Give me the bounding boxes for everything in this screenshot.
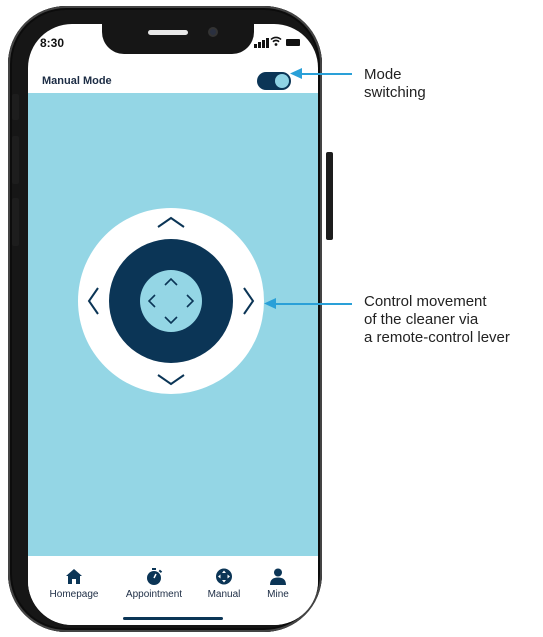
control-callout-arrow-icon	[264, 298, 276, 309]
wifi-icon	[270, 36, 282, 46]
nav-label: Homepage	[49, 589, 99, 600]
phone-screen: 8:30 Manual Mode Homepage Appointment Ma…	[28, 24, 318, 625]
control-movement-annotation: Control movement of the cleaner via a re…	[364, 293, 510, 346]
nav-item-homepage[interactable]: Homepage	[36, 568, 112, 600]
nav-item-appointment[interactable]: Appointment	[116, 568, 192, 600]
control-area	[28, 93, 318, 556]
control-callout-line	[272, 303, 352, 305]
center-right-icon	[186, 294, 194, 308]
power-button	[326, 152, 333, 240]
joystick-lever[interactable]	[140, 270, 202, 332]
home-indicator	[123, 617, 223, 620]
speaker	[148, 30, 188, 35]
front-camera	[208, 27, 218, 37]
notch	[102, 24, 254, 54]
center-up-icon	[164, 278, 178, 286]
joystick-base	[109, 239, 233, 363]
arrow-right-icon[interactable]	[242, 286, 256, 316]
mute-switch	[12, 94, 19, 120]
mode-callout-arrow-icon	[290, 68, 302, 79]
page-title: Manual Mode	[42, 75, 112, 87]
arrow-left-icon[interactable]	[86, 286, 100, 316]
volume-up-button	[12, 136, 19, 184]
status-time: 8:30	[40, 36, 65, 50]
toggle-knob	[275, 74, 289, 88]
mode-toggle[interactable]	[257, 72, 291, 90]
arrow-up-icon[interactable]	[156, 215, 186, 229]
stopwatch-icon	[147, 568, 163, 585]
volume-down-button	[12, 198, 19, 246]
nav-item-mine[interactable]: Mine	[240, 568, 316, 600]
nav-label: Appointment	[125, 589, 183, 600]
mode-callout-line	[298, 73, 352, 75]
stage: 8:30 Manual Mode Homepage Appointment Ma…	[0, 0, 543, 637]
status-icons	[254, 36, 314, 48]
arrow-down-icon[interactable]	[156, 373, 186, 387]
phone-frame: 8:30 Manual Mode Homepage Appointment Ma…	[8, 6, 333, 632]
center-down-icon	[164, 316, 178, 324]
joystick-icon	[216, 568, 232, 585]
joystick-ring[interactable]	[78, 208, 264, 394]
nav-label: Mine	[267, 589, 289, 600]
battery-icon	[286, 39, 300, 46]
user-icon	[270, 568, 286, 585]
mode-switching-annotation: Mode switching	[364, 66, 426, 101]
bottom-nav: Homepage Appointment Manual Mine	[28, 556, 318, 625]
center-left-icon	[148, 294, 156, 308]
home-icon	[66, 569, 82, 584]
